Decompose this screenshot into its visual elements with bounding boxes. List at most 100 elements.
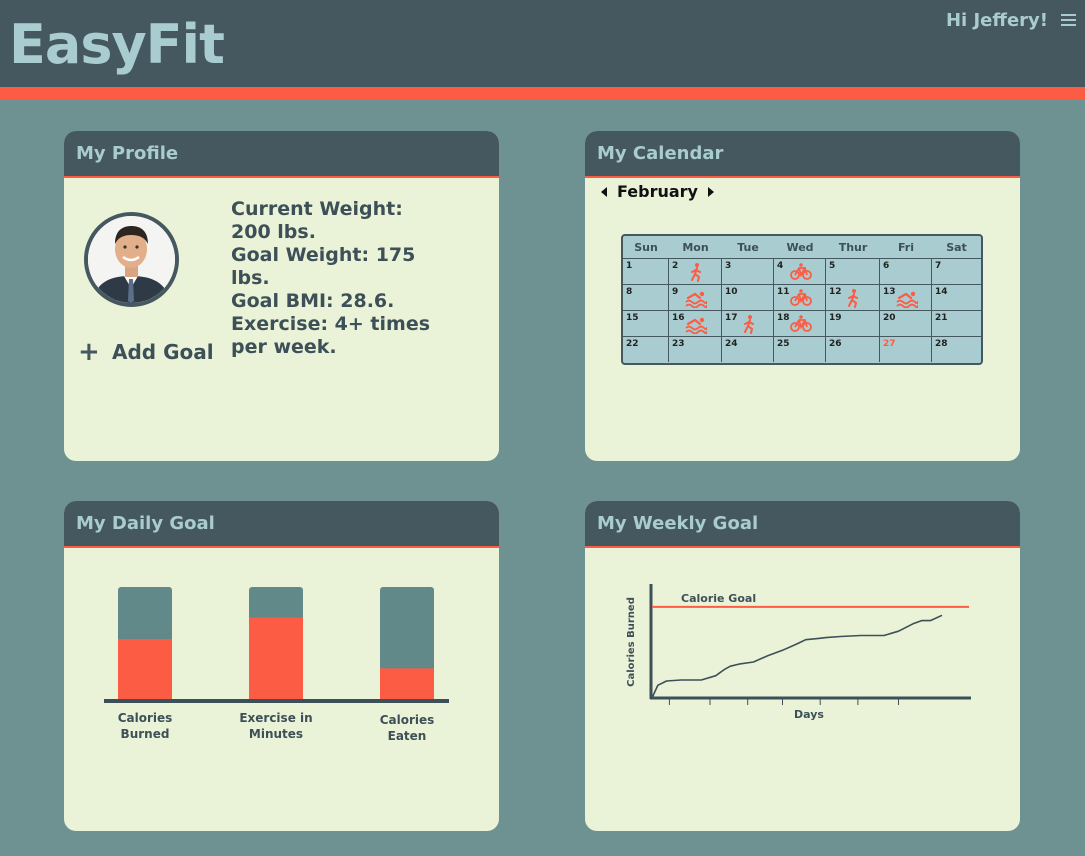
- header-accent-bar: [0, 87, 1085, 100]
- calendar-card-title: My Calendar: [597, 143, 724, 164]
- calendar-week-row: 1 2 3 4 5 6 7: [623, 258, 981, 284]
- day-number: 25: [777, 339, 790, 349]
- day-number: 27: [883, 339, 896, 349]
- calendar-day-cell[interactable]: 9: [669, 285, 722, 310]
- daily-goal-bar-chart: Calories Burned Exercise in Minutes Calories…: [104, 587, 449, 743]
- x-axis-label: Days: [794, 708, 824, 721]
- day-number: 7: [935, 261, 942, 271]
- calendar-grid: Sun Mon Tue Wed Thur Fri Sat 1 2 3 4 5 6 7 8 9 10 11 12 13…: [621, 234, 983, 365]
- calendar-day-cell[interactable]: 23: [669, 337, 722, 362]
- avatar-photo: [88, 216, 175, 303]
- app-header: EasyFit Hi Jeffery!: [0, 0, 1085, 87]
- calendar-card-header: My Calendar: [585, 131, 1020, 178]
- calendar-week-row: 22 23 24 25 26 27 28: [623, 336, 981, 362]
- day-number: 24: [725, 339, 738, 349]
- calendar-day-cell[interactable]: 4: [774, 259, 826, 284]
- day-number: 19: [829, 313, 842, 323]
- day-number: 28: [935, 339, 948, 349]
- weekday-label-tue: Tue: [737, 241, 759, 254]
- exercise-frequency-stat: Exercise: 4+ times per week.: [231, 313, 431, 358]
- next-month-icon[interactable]: [706, 185, 716, 199]
- day-number: 1: [626, 261, 633, 271]
- calendar-day-cell[interactable]: 27: [880, 337, 932, 362]
- calendar-day-cell[interactable]: 3: [722, 259, 774, 284]
- calendar-day-cell[interactable]: 25: [774, 337, 826, 362]
- bike-icon: [790, 263, 812, 280]
- calendar-day-cell[interactable]: 24: [722, 337, 774, 362]
- weekday-label-mon: Mon: [682, 241, 709, 254]
- weekday-label-fri: Fri: [897, 241, 914, 254]
- calendar-card: My Calendar February Sun Mon Tue Wed Thur Fri…: [585, 131, 1020, 461]
- calendar-day-cell[interactable]: 2: [669, 259, 722, 284]
- swim-icon: [685, 291, 707, 308]
- day-number: 9: [672, 287, 679, 297]
- day-number: 11: [777, 287, 790, 297]
- calendar-day-cell[interactable]: 18: [774, 311, 826, 336]
- day-number: 10: [725, 287, 738, 297]
- bar-category-label: Exercise in Minutes: [239, 711, 312, 741]
- weekday-label-thur: Thur: [838, 241, 868, 254]
- calendar-day-cell[interactable]: 14: [932, 285, 981, 310]
- bar-progress-2: [380, 668, 434, 700]
- weekly-goal-card-header: My Weekly Goal: [585, 501, 1020, 548]
- calendar-day-cell[interactable]: 1: [623, 259, 669, 284]
- calendar-week-row: 8 9 10 11 12 13 14: [623, 284, 981, 310]
- month-navigator: February: [599, 182, 716, 201]
- calendar-day-cell[interactable]: 20: [880, 311, 932, 336]
- day-number: 5: [829, 261, 836, 271]
- previous-month-icon[interactable]: [599, 185, 609, 199]
- weekday-label-wed: Wed: [786, 241, 814, 254]
- calendar-day-cell[interactable]: 21: [932, 311, 981, 336]
- calendar-day-cell[interactable]: 7: [932, 259, 981, 284]
- plus-icon: +: [78, 337, 100, 367]
- bike-icon: [790, 315, 812, 332]
- calendar-day-cell[interactable]: 11: [774, 285, 826, 310]
- run-icon: [691, 263, 701, 282]
- current-weight-stat: Current Weight: 200 lbs.: [231, 198, 403, 243]
- day-number: 13: [883, 287, 896, 297]
- day-number: 8: [626, 287, 633, 297]
- day-number: 6: [883, 261, 890, 271]
- goal-bmi-stat: Goal BMI: 28.6.: [231, 290, 395, 312]
- day-number: 2: [672, 261, 679, 271]
- weekly-goal-card-title: My Weekly Goal: [597, 513, 759, 534]
- calendar-day-cell[interactable]: 16: [669, 311, 722, 336]
- day-number: 20: [883, 313, 896, 323]
- calendar-day-cell[interactable]: 6: [880, 259, 932, 284]
- bar-category-label: Calories Eaten: [380, 713, 435, 743]
- run-icon: [848, 289, 858, 308]
- calendar-day-cell[interactable]: 17: [722, 311, 774, 336]
- calendar-day-cell[interactable]: 13: [880, 285, 932, 310]
- user-greeting[interactable]: Hi Jeffery!: [946, 10, 1048, 31]
- profile-card-title: My Profile: [76, 143, 179, 164]
- profile-stats: Current Weight: 200 lbs. Goal Weight: 17…: [231, 198, 431, 359]
- bar-progress-1: [249, 617, 303, 700]
- calendar-day-cell[interactable]: 19: [826, 311, 880, 336]
- calendar-day-cell[interactable]: 22: [623, 337, 669, 362]
- calendar-day-cell[interactable]: 10: [722, 285, 774, 310]
- bar-category-label: Calories Burned: [118, 711, 173, 741]
- goal-weight-stat: Goal Weight: 175 lbs.: [231, 244, 416, 289]
- calendar-day-cell[interactable]: 26: [826, 337, 880, 362]
- profile-card-header: My Profile: [64, 131, 499, 178]
- daily-goal-card-header: My Daily Goal: [64, 501, 499, 548]
- day-number: 4: [777, 261, 784, 271]
- weekday-label-sat: Sat: [946, 241, 967, 254]
- day-number: 14: [935, 287, 948, 297]
- daily-goal-card-title: My Daily Goal: [76, 513, 215, 534]
- avatar[interactable]: [84, 212, 179, 307]
- weekly-goal-line-chart: Calorie Goal Days Calories Burned: [626, 584, 971, 721]
- calendar-day-cell[interactable]: 28: [932, 337, 981, 362]
- y-axis-label: Calories Burned: [626, 597, 637, 687]
- app-logo[interactable]: EasyFit: [9, 10, 225, 80]
- day-number: 23: [672, 339, 685, 349]
- calendar-day-cell[interactable]: 15: [623, 311, 669, 336]
- add-goal-button[interactable]: + Add Goal: [78, 337, 214, 367]
- day-number: 3: [725, 261, 732, 271]
- calendar-day-cell[interactable]: 5: [826, 259, 880, 284]
- calendar-day-cell[interactable]: 8: [623, 285, 669, 310]
- calendar-day-cell[interactable]: 12: [826, 285, 880, 310]
- day-number: 26: [829, 339, 842, 349]
- hamburger-icon[interactable]: [1061, 14, 1076, 29]
- swim-icon: [896, 291, 918, 308]
